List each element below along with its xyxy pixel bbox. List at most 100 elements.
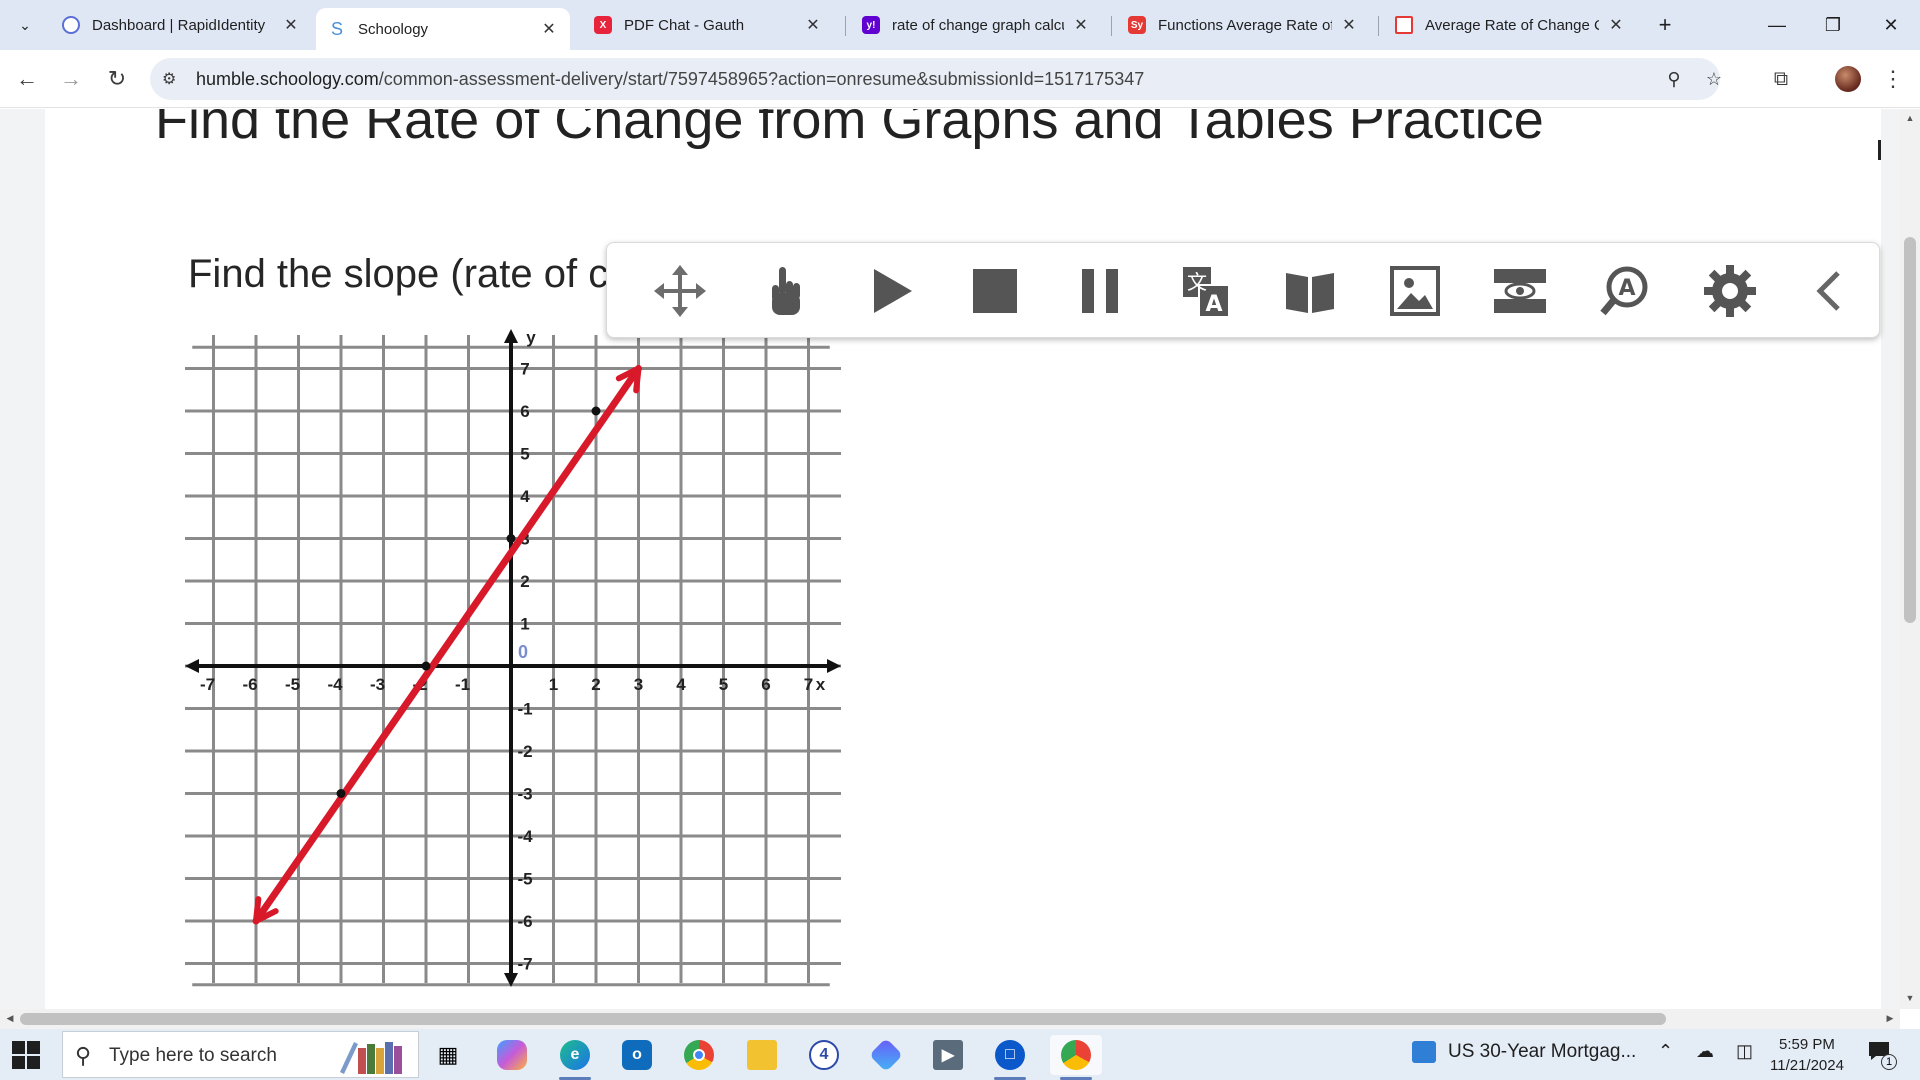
y-tick-label: -5: [517, 870, 532, 889]
scroll-right-arrow-icon[interactable]: ▶: [1884, 1013, 1896, 1025]
dictionary-icon[interactable]: [1282, 263, 1338, 319]
scroll-left-arrow-icon[interactable]: ◀: [4, 1013, 16, 1025]
graph-line: [252, 365, 642, 925]
tab-title: PDF Chat - Gauth: [624, 16, 745, 34]
zoom-magnifier-icon[interactable]: ⚲: [1662, 67, 1686, 91]
horizontal-scroll-thumb[interactable]: [20, 1013, 1666, 1025]
y-tick-label: -6: [517, 912, 532, 931]
y-tick-label: 5: [520, 445, 529, 464]
close-icon[interactable]: ✕: [1072, 15, 1090, 35]
windows-start-icon[interactable]: [12, 1041, 40, 1069]
line-point: [591, 406, 601, 416]
move-icon[interactable]: [652, 263, 708, 319]
tab-yahoo-search[interactable]: y! rate of change graph calcu ✕: [850, 8, 1102, 42]
close-icon[interactable]: ✕: [1340, 15, 1358, 35]
screen-mask-icon[interactable]: [1492, 263, 1548, 319]
restore-icon[interactable]: ❐: [1818, 10, 1848, 40]
close-icon[interactable]: ✕: [1607, 15, 1625, 35]
browser-tab-strip: ⌄ Dashboard | RapidIdentity ✕ S Schoolog…: [0, 0, 1920, 50]
tab-schoology[interactable]: S Schoology ✕: [316, 8, 570, 50]
tab-calculator[interactable]: Average Rate of Change C ✕: [1383, 8, 1637, 42]
file-explorer-icon[interactable]: [742, 1035, 782, 1075]
system-clock[interactable]: 5:59 PM 11/21/2024: [1770, 1034, 1844, 1076]
browser-toolbar: ← → ↻ ⚙ humble.schoology.com/common-asse…: [0, 50, 1920, 108]
rapididentity-icon: [62, 16, 80, 34]
y-tick-label: -7: [517, 955, 532, 974]
notification-center-icon[interactable]: 1: [1868, 1041, 1897, 1070]
task-view-icon[interactable]: ▦: [428, 1035, 468, 1075]
network-display-icon[interactable]: ◫: [1736, 1041, 1753, 1062]
browser-menu-kebab-icon[interactable]: ⋮: [1878, 64, 1908, 94]
taskbar-search-box[interactable]: ⚲ Type here to search: [62, 1031, 419, 1078]
vertical-scrollbar[interactable]: ▲ ▼: [1900, 109, 1920, 1009]
svg-text:A: A: [1618, 276, 1635, 301]
x-tick-label: -3: [370, 675, 385, 694]
tab-gauth[interactable]: X PDF Chat - Gauth ✕: [582, 8, 834, 42]
y-tick-label: -1: [517, 700, 532, 719]
news-widget[interactable]: US 30-Year Mortgag...: [1412, 1041, 1636, 1063]
tab-title: Schoology: [358, 20, 429, 38]
forward-arrow-icon[interactable]: →: [56, 64, 86, 94]
stock-chart-icon: [1412, 1041, 1436, 1063]
news-headline: US 30-Year Mortgag...: [1448, 1041, 1637, 1062]
x-axis-right-arrow: [827, 659, 841, 673]
new-tab-plus-icon[interactable]: +: [1652, 12, 1678, 38]
edge-browser-icon[interactable]: e: [555, 1035, 595, 1080]
scroll-up-arrow-icon[interactable]: ▲: [1904, 113, 1916, 125]
bookmark-star-icon[interactable]: ☆: [1702, 67, 1726, 91]
copilot-app-icon[interactable]: [866, 1035, 906, 1075]
chrome-profile-icon[interactable]: [1050, 1035, 1102, 1080]
minimize-icon[interactable]: —: [1762, 10, 1792, 40]
text-magnifier-icon[interactable]: A: [1597, 263, 1653, 319]
collapse-chevron-icon[interactable]: [1802, 263, 1858, 319]
window-close-icon[interactable]: ✕: [1876, 10, 1906, 40]
profile-avatar[interactable]: [1835, 66, 1861, 92]
onedrive-cloud-icon[interactable]: ☁: [1696, 1041, 1714, 1062]
address-bar[interactable]: ⚙ humble.schoology.com/common-assessment…: [150, 58, 1722, 100]
scroll-down-arrow-icon[interactable]: ▼: [1904, 993, 1916, 1005]
translate-icon[interactable]: 文 A: [1177, 263, 1233, 319]
x-tick-label: -4: [327, 675, 343, 694]
tab-rapididentity[interactable]: Dashboard | RapidIdentity ✕: [50, 8, 312, 42]
media-player-icon[interactable]: ▶: [928, 1035, 968, 1075]
svg-text:文: 文: [1187, 270, 1207, 294]
y-tick-label: 4: [520, 487, 530, 506]
vertical-scroll-thumb[interactable]: [1904, 237, 1916, 623]
horizontal-scrollbar[interactable]: ◀ ▶: [0, 1009, 1900, 1029]
x-tick-label: -6: [242, 675, 257, 694]
svg-text:A: A: [1205, 292, 1222, 317]
picture-dictionary-icon[interactable]: [1387, 263, 1443, 319]
back-arrow-icon[interactable]: ←: [12, 64, 42, 94]
calculator-icon: [1395, 16, 1413, 34]
page-title: Find the Rate of Change from Graphs and …: [155, 109, 1544, 150]
line-point: [336, 789, 346, 798]
close-icon[interactable]: ✕: [804, 15, 822, 35]
schoology-icon: S: [328, 19, 346, 39]
x-tick-label: -7: [200, 675, 215, 694]
reload-icon[interactable]: ↻: [102, 64, 132, 94]
tab-separator: [845, 16, 846, 36]
tab-search-chevron-icon[interactable]: ⌄: [12, 12, 38, 38]
close-icon[interactable]: ✕: [282, 15, 300, 35]
x-tick-label: 2: [591, 675, 600, 694]
extensions-puzzle-icon[interactable]: ⧉: [1766, 64, 1796, 94]
stop-icon[interactable]: [967, 263, 1023, 319]
site-settings-icon[interactable]: ⚙: [162, 69, 182, 89]
url-path: /common-assessment-delivery/start/759745…: [378, 69, 1145, 89]
x-tick-label: 7: [804, 675, 813, 694]
chrome-icon[interactable]: [679, 1035, 719, 1075]
app-four-icon[interactable]: 4: [804, 1035, 844, 1075]
remote-app-icon[interactable]: □: [990, 1035, 1030, 1080]
outlook-icon[interactable]: o: [617, 1035, 657, 1075]
point-hand-icon[interactable]: [757, 263, 813, 319]
show-hidden-icons-chevron-icon[interactable]: ⌃: [1658, 1041, 1673, 1062]
url-text[interactable]: humble.schoology.com/common-assessment-d…: [196, 69, 1144, 90]
copilot-icon[interactable]: [492, 1035, 532, 1075]
play-icon[interactable]: [862, 263, 918, 319]
y-tick-label: 2: [520, 572, 529, 591]
x-tick-label: -5: [285, 675, 300, 694]
close-icon[interactable]: ✕: [540, 19, 558, 39]
pause-icon[interactable]: [1072, 263, 1128, 319]
tab-study[interactable]: Sy Functions Average Rate of ✕: [1116, 8, 1370, 42]
settings-gear-icon[interactable]: [1702, 263, 1758, 319]
